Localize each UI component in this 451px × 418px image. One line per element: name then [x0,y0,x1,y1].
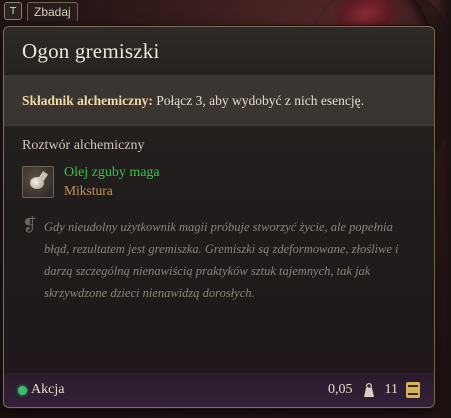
key-t-icon: T [4,2,22,20]
flavor-text: Gdy nieudolny użytkownik magii próbuje s… [44,220,399,300]
quote-mark-icon: ❡ [22,215,38,236]
description-label: Składnik alchemiczny: [22,93,153,108]
action-label[interactable]: Akcja [31,382,64,398]
flavor-block: ❡ Gdy nieudolny użytkownik magii próbuje… [4,200,434,304]
item-title: Ogon gremiszki [22,38,160,63]
flask-body [30,177,44,189]
item-description-block: Składnik alchemiczny: Połącz 3, aby wydo… [4,76,434,126]
gold-coin-icon [406,382,420,398]
alchemy-section: Roztwór alchemiczny Olej zguby maga Miks… [4,126,434,200]
right-edge-shade [433,0,451,418]
item-description: Składnik alchemiczny: Połącz 3, aby wydo… [22,90,416,111]
result-type: Mikstura [64,183,113,198]
inspect-label[interactable]: Zbadaj [27,1,78,21]
alchemy-result[interactable]: Olej zguby maga Mikstura [22,164,416,200]
result-text: Olej zguby maga Mikstura [64,164,160,200]
description-text: Połącz 3, aby wydobyć z nich esencję. [152,93,364,108]
action-dot-icon [18,385,27,395]
item-stats: 0,05 11 [328,382,420,398]
section-title: Roztwór alchemiczny [22,138,145,153]
tooltip-footer: Akcja 0,05 11 [4,373,434,407]
result-name: Olej zguby maga [64,165,160,180]
inspect-bar[interactable]: T Zbadaj [4,0,78,22]
weight-icon [363,382,374,397]
potion-flask-icon [22,166,54,198]
item-weight: 0,05 [328,382,353,397]
item-tooltip: Ogon gremiszki Składnik alchemiczny: Poł… [3,26,435,408]
item-value: 11 [384,382,398,397]
tooltip-header: Ogon gremiszki [4,27,434,76]
